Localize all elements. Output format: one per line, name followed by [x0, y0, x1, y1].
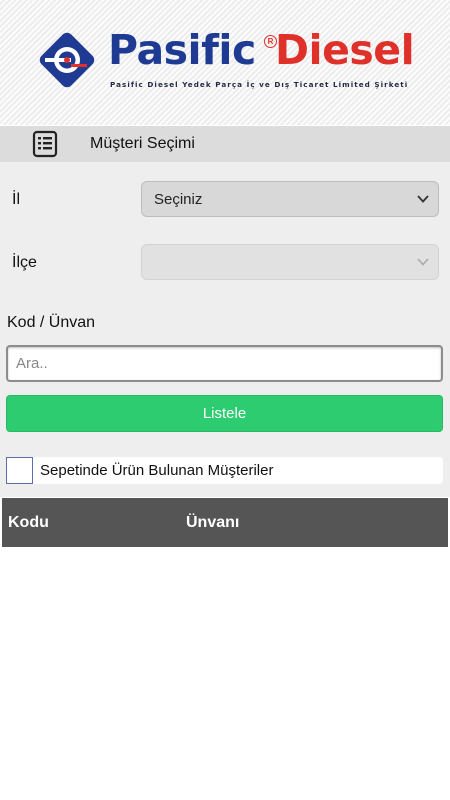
column-header-code[interactable]: Kodu [8, 514, 49, 532]
page-titlebar: Müşteri Seçimi [0, 126, 450, 162]
province-select[interactable]: Seçiniz [141, 181, 439, 217]
column-header-title[interactable]: Ünvanı [186, 514, 239, 532]
chevron-down-icon [417, 258, 429, 266]
chevron-down-icon [417, 195, 429, 203]
search-input[interactable] [6, 345, 443, 382]
list-button[interactable]: Listele [6, 395, 443, 432]
brand-logo-icon [39, 32, 95, 88]
search-label: Kod / Ünvan [7, 314, 96, 331]
brand-tagline: Pasific Diesel Yedek Parça İç ve Dış Tic… [110, 80, 409, 89]
district-label: İlçe [12, 254, 37, 271]
province-label: İl [12, 191, 20, 208]
results-table-header: Kodu Ünvanı [2, 498, 448, 547]
basket-filter-row[interactable]: Sepetinde Ürün Bulunan Müşteriler [6, 457, 443, 484]
header: Pasific R Diesel Pasific Diesel Yedek Pa… [0, 0, 450, 125]
brand-name-primary: Pasific [108, 26, 256, 74]
basket-filter-label: Sepetinde Ürün Bulunan Müşteriler [40, 462, 274, 479]
district-select[interactable] [141, 244, 439, 280]
province-select-value: Seçiniz [154, 191, 203, 208]
page-title: Müşteri Seçimi [90, 135, 195, 152]
list-icon[interactable] [32, 130, 58, 158]
basket-filter-checkbox[interactable] [6, 457, 33, 484]
customer-filter-form: İl Seçiniz İlçe Kod / Ünvan Listele Sepe… [0, 162, 450, 497]
page: Pasific R Diesel Pasific Diesel Yedek Pa… [0, 0, 450, 800]
brand-name-secondary: Diesel [275, 26, 415, 74]
